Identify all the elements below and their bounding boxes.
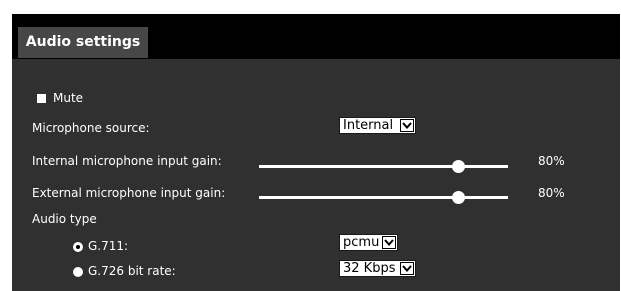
g726-bitrate-value: 32 Kbps (343, 261, 396, 276)
external-gain-value: 80% (538, 186, 565, 200)
microphone-source-value: Internal (343, 118, 394, 133)
tab-audio-settings[interactable]: Audio settings (18, 27, 148, 58)
internal-gain-label: Internal microphone input gain: (32, 154, 222, 168)
microphone-source-label: Microphone source: (32, 121, 150, 135)
g726-radio[interactable] (73, 267, 83, 277)
header-bar: Audio settings (12, 14, 620, 59)
external-gain-slider[interactable] (259, 196, 508, 199)
audio-settings-panel: Audio settings Mute Microphone source: I… (12, 14, 620, 291)
g726-bitrate-select[interactable]: 32 Kbps (339, 260, 416, 277)
internal-gain-slider[interactable] (259, 165, 508, 168)
internal-gain-value: 80% (538, 154, 565, 168)
chevron-down-icon (400, 262, 414, 275)
internal-gain-slider-handle[interactable] (451, 160, 465, 173)
external-gain-slider-handle[interactable] (451, 191, 465, 204)
external-gain-label: External microphone input gain: (32, 186, 226, 200)
g711-codec-select[interactable]: pcmu (339, 234, 398, 251)
g726-label: G.726 bit rate: (88, 264, 176, 278)
audio-type-label: Audio type (32, 212, 97, 226)
chevron-down-icon (382, 236, 396, 249)
g711-label: G.711: (88, 239, 129, 253)
mute-label: Mute (53, 91, 84, 105)
g711-radio[interactable] (73, 242, 83, 252)
microphone-source-select[interactable]: Internal (339, 117, 416, 134)
mute-checkbox[interactable] (37, 94, 46, 103)
chevron-down-icon (400, 119, 414, 132)
g711-codec-value: pcmu (343, 235, 380, 250)
